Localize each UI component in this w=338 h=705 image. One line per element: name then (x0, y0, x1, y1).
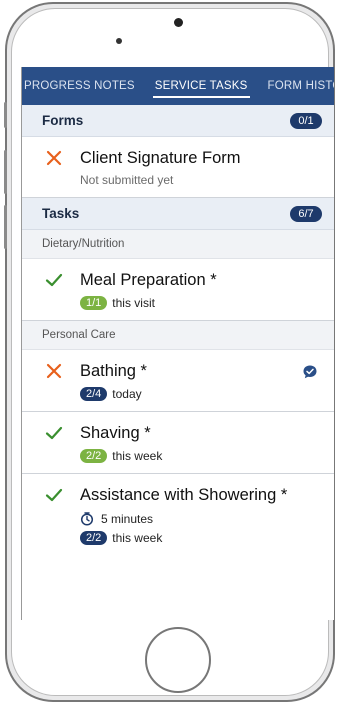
duration-value: 5 minutes (101, 512, 154, 526)
form-title: Client Signature Form (80, 149, 241, 167)
check-icon (45, 273, 63, 287)
task-title: Shaving * (80, 424, 151, 442)
progress-badge: 1/1 (80, 296, 108, 310)
task-duration: 5 minutes (80, 512, 320, 526)
home-button[interactable] (145, 627, 211, 693)
x-icon (46, 363, 62, 379)
task-item-assistance-with-showering[interactable]: Assistance with Showering * 5 minutes 2/… (22, 474, 334, 555)
task-progress: 2/2 this week (80, 449, 320, 463)
form-item-client-signature[interactable]: Client Signature Form Not submitted yet (22, 137, 334, 198)
forms-header: Forms 0/1 (22, 105, 334, 137)
tab-progress-notes[interactable]: PROGRESS NOTES (22, 67, 145, 105)
x-icon (46, 150, 62, 166)
progress-period: this week (112, 449, 163, 463)
progress-badge: 2/2 (80, 449, 108, 463)
task-item-bathing[interactable]: Bathing * 2/4 today (22, 350, 334, 412)
progress-badge: 2/2 (80, 531, 108, 545)
task-item-shaving[interactable]: Shaving * 2/2 this week (22, 412, 334, 474)
task-item-meal-preparation[interactable]: Meal Preparation * 1/1 this visit (22, 259, 334, 321)
task-title: Assistance with Showering * (80, 486, 288, 504)
progress-period: today (112, 387, 142, 401)
task-title: Meal Preparation * (80, 271, 217, 289)
progress-period: this visit (112, 296, 155, 310)
front-camera (174, 18, 183, 27)
tab-form-history[interactable]: FORM HISTORY (258, 67, 334, 105)
comment-check-icon[interactable] (302, 364, 318, 380)
task-progress: 2/2 this week (80, 531, 320, 545)
progress-badge: 2/4 (80, 387, 108, 401)
tab-service-tasks[interactable]: SERVICE TASKS (145, 67, 258, 105)
tasks-count-badge: 6/7 (290, 205, 322, 222)
forms-title: Forms (42, 113, 84, 128)
task-progress: 2/4 today (80, 387, 320, 401)
progress-period: this week (112, 531, 163, 545)
tasks-header: Tasks 6/7 (22, 198, 334, 230)
proximity-sensor (116, 38, 122, 44)
task-title: Bathing * (80, 362, 147, 380)
form-status: Not submitted yet (80, 173, 174, 187)
check-icon (45, 488, 63, 502)
mute-switch (4, 102, 7, 128)
timer-icon (80, 512, 94, 526)
check-icon (45, 426, 63, 440)
task-progress: 1/1 this visit (80, 296, 320, 310)
group-personal-care: Personal Care (22, 321, 334, 350)
app-screen: PROGRESS NOTES SERVICE TASKS FORM HISTOR… (21, 67, 334, 620)
forms-count-badge: 0/1 (290, 112, 322, 129)
tasks-title: Tasks (42, 206, 80, 221)
volume-down-button (4, 205, 7, 249)
group-dietary-nutrition: Dietary/Nutrition (22, 230, 334, 259)
tab-bar: PROGRESS NOTES SERVICE TASKS FORM HISTOR… (22, 67, 334, 105)
volume-up-button (4, 150, 7, 194)
